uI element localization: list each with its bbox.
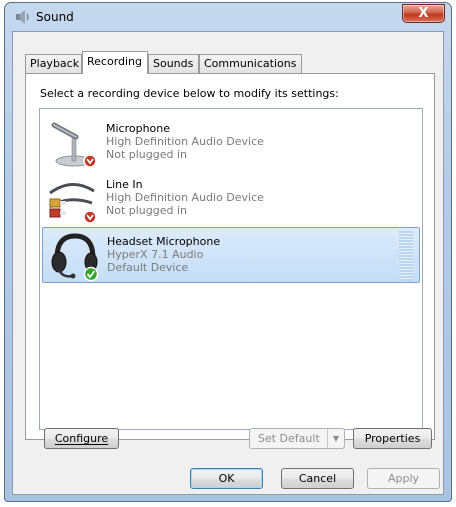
- apply-label: Apply: [387, 472, 420, 485]
- device-headset-microphone[interactable]: Headset Microphone HyperX 7.1 Audio Defa…: [42, 227, 420, 283]
- tab-playback[interactable]: Playback: [25, 54, 82, 73]
- speaker-icon: [16, 10, 29, 24]
- close-button[interactable]: X: [402, 4, 445, 23]
- recording-device-list[interactable]: Microphone High Definition Audio Device …: [39, 108, 423, 430]
- chevron-down-icon[interactable]: ▼: [327, 429, 344, 448]
- window-title: Sound: [36, 10, 74, 24]
- device-driver: HyperX 7.1 Audio: [107, 248, 204, 261]
- cancel-label: Cancel: [298, 472, 337, 485]
- ok-label: OK: [218, 472, 235, 485]
- device-status: Not plugged in: [106, 148, 188, 161]
- microphone-icon: [51, 122, 97, 168]
- device-name: Headset Microphone: [107, 235, 221, 248]
- dialog-client-area: Playback Recording Sounds Communications…: [12, 31, 444, 495]
- input-level-meter: [399, 231, 413, 281]
- title-bar[interactable]: Sound X: [5, 3, 451, 31]
- sound-dialog: Sound X Playback Recording Sounds Commun…: [4, 2, 452, 502]
- tab-recording[interactable]: Recording: [82, 51, 148, 74]
- instruction-text: Select a recording device below to modif…: [40, 87, 339, 100]
- set-default-label: Set Default: [258, 432, 320, 445]
- tab-sounds[interactable]: Sounds: [148, 54, 199, 73]
- configure-label: Configure: [54, 432, 109, 445]
- apply-button[interactable]: Apply: [367, 468, 440, 489]
- properties-label: Properties: [364, 432, 421, 445]
- device-driver: High Definition Audio Device: [106, 191, 264, 204]
- set-default-button[interactable]: Set Default ▼: [249, 428, 345, 449]
- tab-communications[interactable]: Communications: [199, 54, 302, 73]
- device-status: Default Device: [107, 261, 189, 274]
- device-status: Not plugged in: [106, 204, 188, 217]
- device-line-in[interactable]: Line In High Definition Audio Device Not…: [42, 171, 420, 227]
- ok-button[interactable]: OK: [190, 468, 263, 489]
- headset-icon: [51, 233, 99, 282]
- cancel-button[interactable]: Cancel: [281, 468, 354, 489]
- device-name: Line In: [106, 178, 143, 191]
- device-name: Microphone: [106, 122, 171, 135]
- device-microphone[interactable]: Microphone High Definition Audio Device …: [42, 115, 420, 171]
- device-driver: High Definition Audio Device: [106, 135, 264, 148]
- recording-panel: Select a recording device below to modif…: [25, 73, 435, 440]
- line-in-cable-icon: [49, 183, 97, 224]
- properties-button[interactable]: Properties: [353, 428, 432, 449]
- configure-button[interactable]: Configure: [44, 428, 119, 449]
- close-icon: X: [418, 6, 429, 21]
